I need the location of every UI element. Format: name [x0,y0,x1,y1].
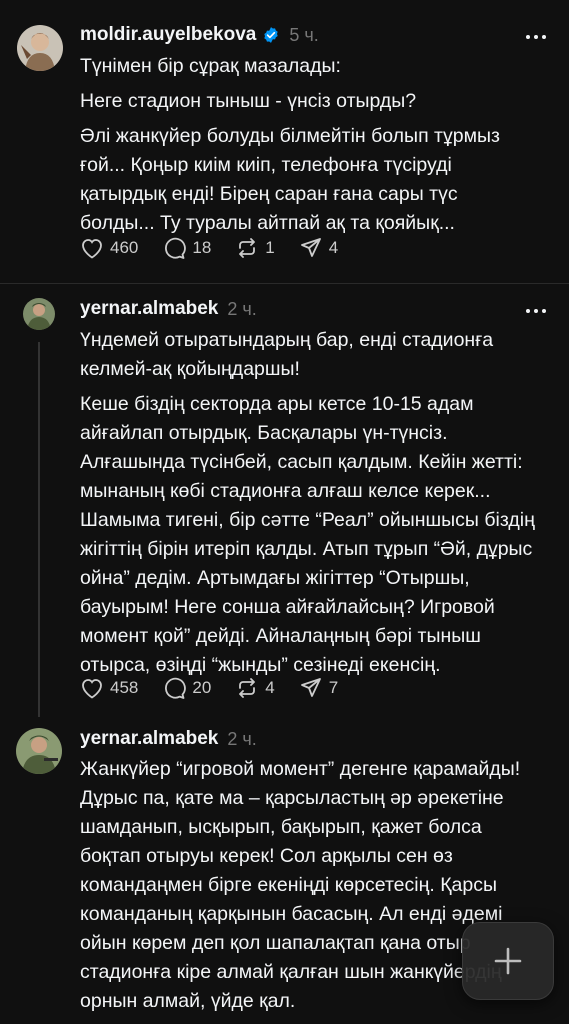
comment-icon [165,677,187,699]
repost-icon [239,678,256,698]
heart-icon [82,239,102,259]
new-post-button[interactable] [462,922,554,1000]
like-count: 460 [110,238,139,257]
post-time: 5 ч. [289,24,319,45]
username[interactable]: moldir.auyelbekova [80,24,256,46]
like-count: 458 [110,678,139,697]
verified-badge-icon [262,26,280,44]
repost-button[interactable]: 4 [235,677,275,699]
plus-icon [494,947,522,975]
post-text: Үндемей отыратындарың бар, енді стадионғ… [80,329,494,380]
post-time: 2 ч. [227,728,257,749]
send-icon [300,678,321,697]
repost-button[interactable]: 1 [235,237,275,259]
more-options-icon[interactable] [525,20,547,46]
repost-count: 1 [265,238,275,257]
post-body: Түнімен бір сұрақ мазалады: Неге стадион… [80,52,520,244]
action-bar: 458 20 4 7 [80,674,362,702]
repost-count: 4 [265,678,275,697]
heart-icon [82,679,102,699]
avatar[interactable] [17,25,63,71]
post-time: 2 ч. [227,298,257,319]
share-count: 4 [328,238,339,257]
send-icon [300,238,321,257]
like-button[interactable]: 458 [80,677,138,699]
post-text: Түнімен бір сұрақ мазалады: [80,55,341,77]
post-text: Әлі жанкүйер болуды білмейтін болып тұрм… [80,125,500,234]
like-button[interactable]: 460 [80,237,138,259]
comment-count: 20 [192,678,212,697]
thread-line [38,342,40,717]
share-button[interactable]: 7 [299,677,338,699]
comment-button[interactable]: 18 [162,237,211,259]
post-body: Үндемей отыратындарың бар, енді стадионғ… [80,326,540,686]
repost-icon [239,238,256,258]
avatar[interactable] [23,298,55,330]
avatar[interactable] [16,728,62,774]
post-text: Кеше біздің секторда ары кетсе 10-15 ада… [80,393,535,676]
username[interactable]: yernar.almabek [80,298,218,320]
more-options-icon[interactable] [525,294,547,320]
username[interactable]: yernar.almabek [80,728,218,750]
post-text: Неге стадион тыныш - үнсіз отырды? [80,90,417,112]
comment-count: 18 [192,238,212,257]
comment-icon [165,237,187,259]
action-bar: 460 18 1 4 [80,234,362,262]
share-button[interactable]: 4 [299,237,338,259]
divider [0,283,569,284]
comment-button[interactable]: 20 [162,677,211,699]
share-count: 7 [328,678,339,697]
